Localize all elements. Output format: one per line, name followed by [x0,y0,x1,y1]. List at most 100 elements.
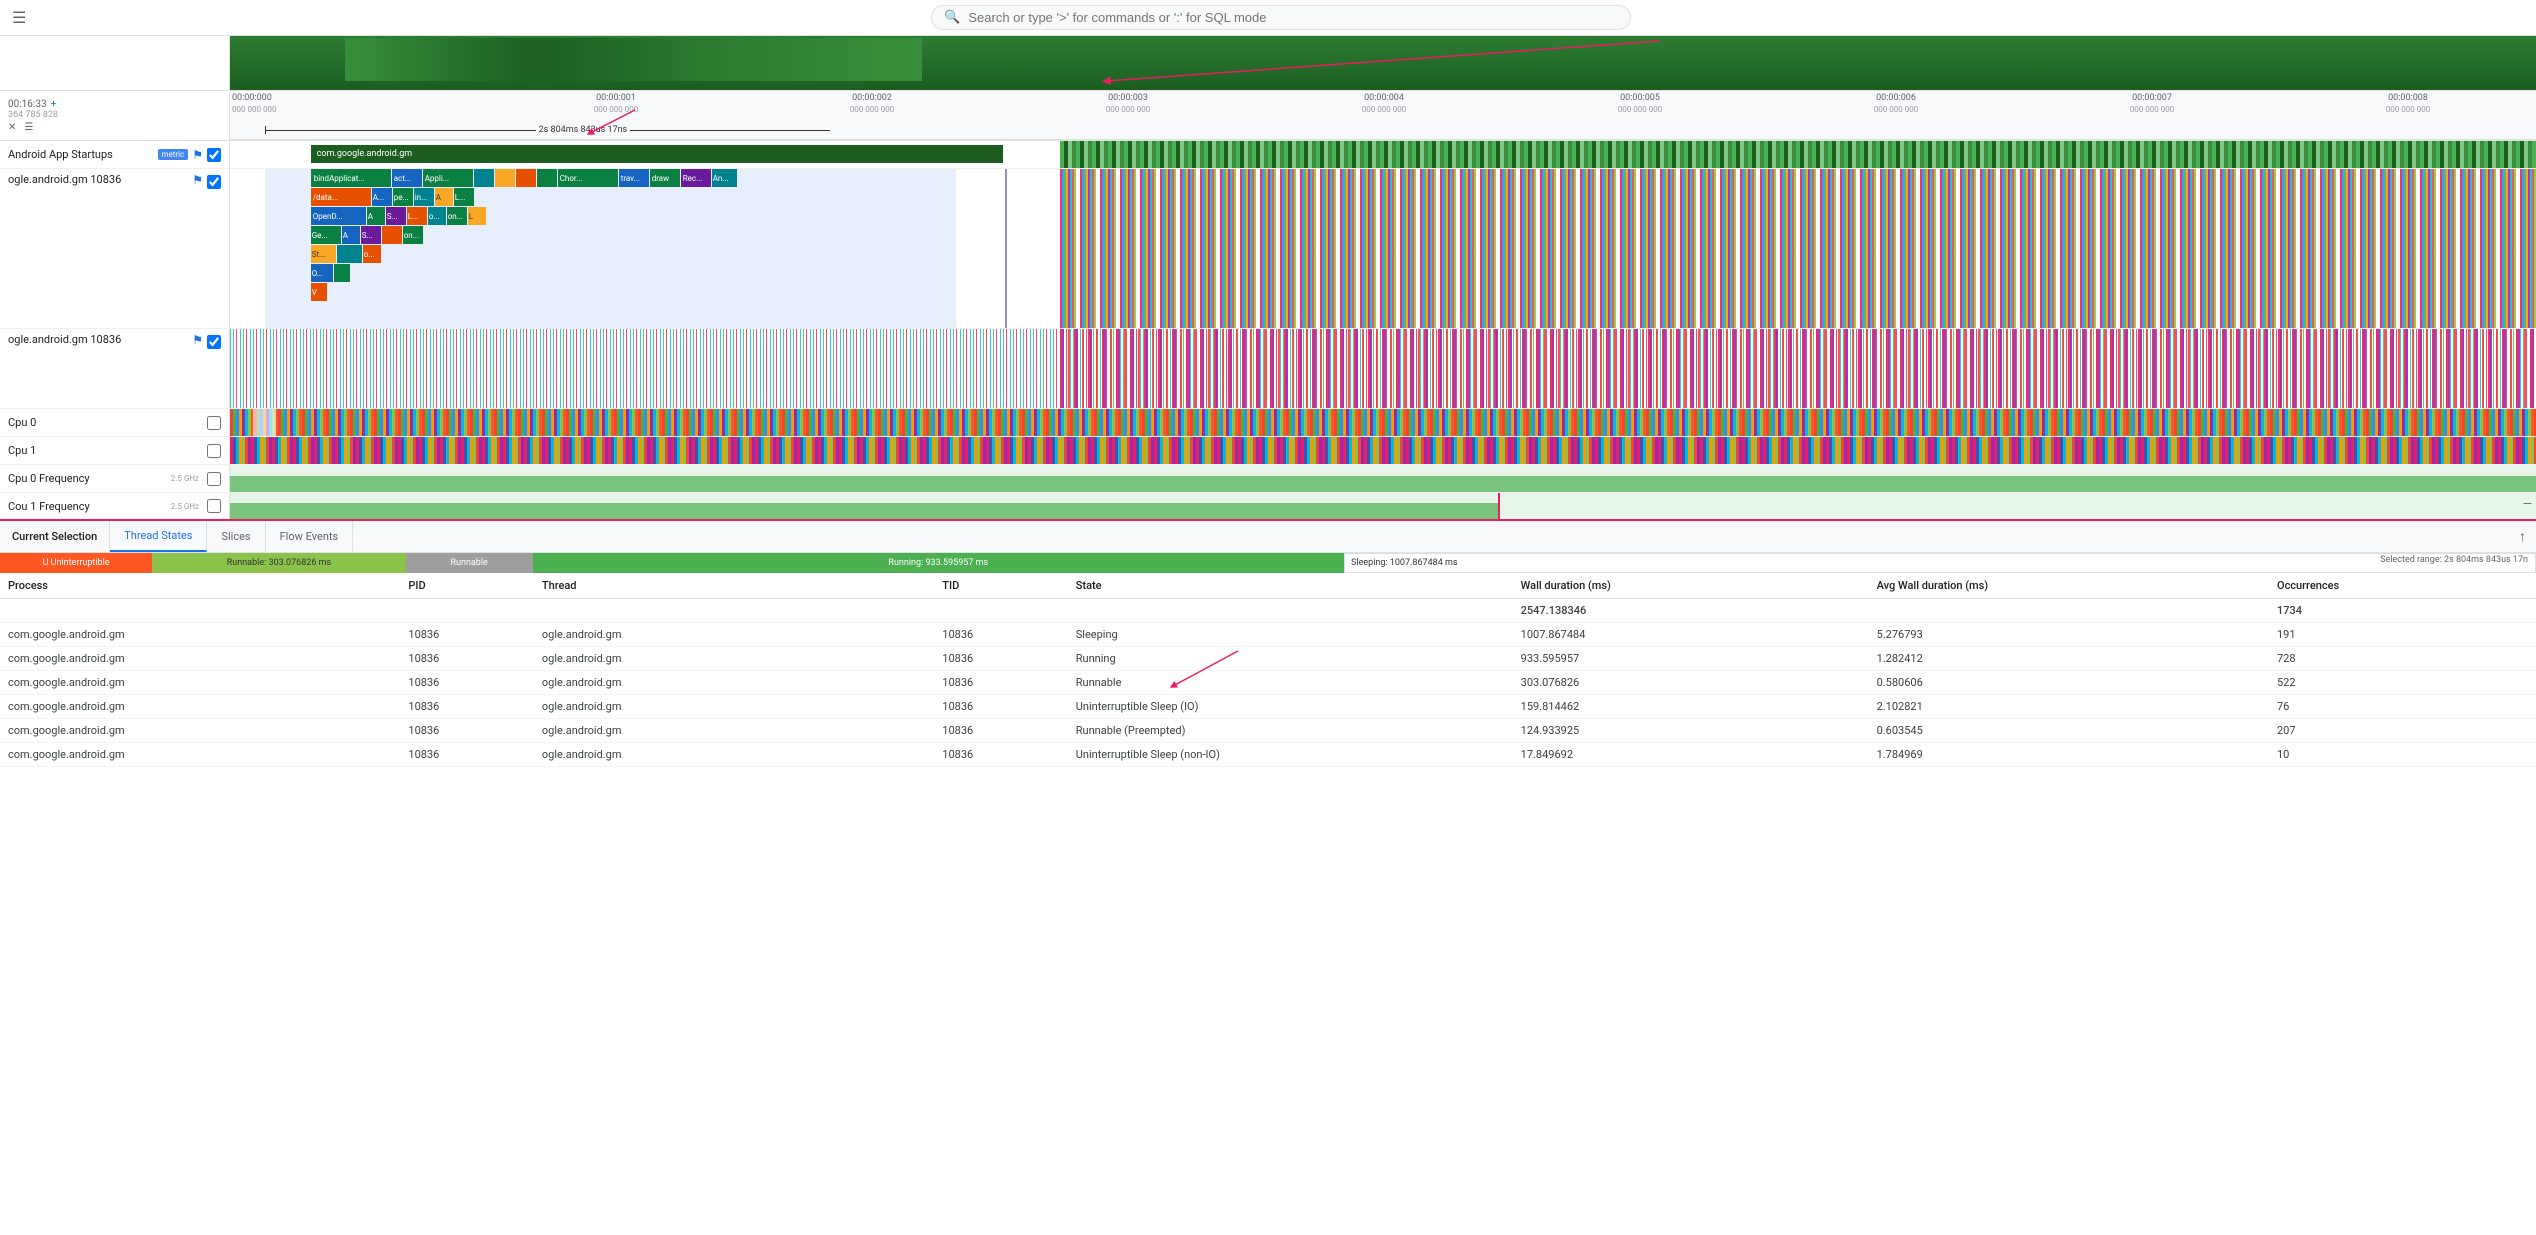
flame-o1[interactable]: o... [428,207,446,225]
checkbox-cpu1-freq[interactable] [207,499,221,513]
table-row[interactable]: com.google.android.gm 10836 ogle.android… [0,695,2536,719]
table-row[interactable]: com.google.android.gm 10836 ogle.android… [0,743,2536,767]
track-label-cell-cpu1-freq: Cou 1 Frequency 2.5 GHz [0,493,230,519]
track-viz-cpu1-freq[interactable]: — [230,493,2536,519]
cell-thread: ogle.android.gm [534,647,934,671]
tab-up-button[interactable]: ↑ [2509,521,2536,552]
plus-button[interactable]: + [51,99,57,110]
state-runnable2-label: Runnable [450,558,487,568]
pin-icon-0[interactable]: ⚑ [192,148,203,162]
flame-o3[interactable]: O... [311,264,333,282]
flame-draw[interactable]: draw [650,169,680,187]
track-label-android-startups-text: Android App Startups [8,148,154,161]
track-viz-cpu0[interactable] [230,409,2536,436]
state-unint-label: U Uninterruptible [39,558,114,568]
app-header: ☰ 🔍 [0,0,2536,36]
flame-o2[interactable]: o... [363,245,381,263]
cell-thread: ogle.android.gm [534,695,934,719]
checkbox-cpu1[interactable] [207,444,221,458]
cell-wall: 159.814462 [1513,695,1869,719]
app-startup-bar[interactable]: com.google.android.gm [311,145,1003,163]
state-uninterruptible: U Uninterruptible [0,553,152,573]
track-viz-ogle-2[interactable] [230,329,2536,408]
table-row[interactable]: com.google.android.gm 10836 ogle.android… [0,647,2536,671]
checkbox-1[interactable] [207,175,221,189]
thread-states-table: Process PID Thread TID State Wall durati… [0,573,2536,767]
tab-slices[interactable]: Slices [207,521,265,552]
flame-an[interactable]: An... [712,169,737,187]
track-viz-ogle-1[interactable]: bindApplicat... act... Appli... Chor... … [230,169,2536,328]
flame-opend[interactable]: OpenD... [311,207,366,225]
cell-occurrences: 76 [2269,695,2536,719]
pin-icon-1[interactable]: ⚑ [192,173,203,187]
list-button[interactable]: ☰ [24,122,33,133]
flame-data[interactable]: /data... [311,188,371,206]
flame-act[interactable]: act... [392,169,422,187]
collapse-icon[interactable]: — [2523,497,2532,511]
flame-l1[interactable]: L... [454,188,474,206]
track-viz-cpu1[interactable] [230,437,2536,464]
flame-trav[interactable]: trav... [619,169,649,187]
overview-bar[interactable] [230,36,2536,90]
flame-row-1[interactable]: /data... A... pe... in... A L... [311,188,474,206]
cell-thread: ogle.android.gm [534,743,934,767]
flame-pe[interactable]: pe... [393,188,413,206]
checkbox-cpu0-freq[interactable] [207,472,221,486]
flame-st[interactable]: St... [311,245,336,263]
flame-bindApplicat[interactable]: bindApplicat... [311,169,391,187]
hamburger-menu-icon[interactable]: ☰ [12,8,26,27]
track-label-cell-android-startups: Android App Startups metric ⚑ [0,141,230,168]
th-wall: Wall duration (ms) [1513,573,1869,599]
x-button[interactable]: ✕ [8,122,16,133]
table-row[interactable]: com.google.android.gm 10836 ogle.android… [0,671,2536,695]
flame-s2[interactable]: S... [361,226,381,244]
tab-flow-events[interactable]: Flow Events [266,521,354,552]
flame-row-6[interactable]: V [311,283,327,301]
checkbox-0[interactable] [207,148,221,162]
flame-a3[interactable]: A [367,207,385,225]
search-bar: 🔍 [931,5,1631,30]
state-bar-container: U Uninterruptible Runnable: 303.076826 m… [0,553,2536,573]
flame-s1[interactable]: S... [386,207,406,225]
cell-avg-wall: 1.282412 [1869,647,2269,671]
ruler-t5: 00:00:005 [1512,93,1768,103]
table-row[interactable]: com.google.android.gm 10836 ogle.android… [0,623,2536,647]
search-input[interactable] [968,10,1618,25]
data-table-container[interactable]: Process PID Thread TID State Wall durati… [0,573,2536,1235]
checkbox-2[interactable] [207,335,221,349]
cell-state: Sleeping [1068,623,1513,647]
state-runnable2-bar: Runnable [406,553,533,573]
cell-wall: 933.595957 [1513,647,1869,671]
checkbox-cpu0[interactable] [207,416,221,430]
flame-l3[interactable]: L [468,207,486,225]
flame-on1[interactable]: on... [447,207,467,225]
pin-icon-2[interactable]: ⚑ [192,333,203,347]
flame-rec[interactable]: Rec... [681,169,711,187]
track-label-ogle-1-text: ogle.android.gm 10836 [8,173,188,186]
flame-on2[interactable]: on... [403,226,423,244]
state-runnable-bar: Runnable: 303.076826 ms [152,553,406,573]
table-row[interactable]: com.google.android.gm 10836 ogle.android… [0,719,2536,743]
ruler-t3: 00:00:003 [1000,93,1256,103]
flame-v[interactable]: V [311,283,327,301]
track-viz-cpu0-freq[interactable] [230,465,2536,492]
flame-row-5[interactable]: O... [311,264,350,282]
flame-a2[interactable]: A [435,188,453,206]
ruler-bar[interactable]: 00:00:000 00:00:001 00:00:002 00:00:003 … [230,91,2536,140]
flame-in[interactable]: in... [414,188,434,206]
flame-ge[interactable]: Ge... [311,226,341,244]
state-runnable-label: Runnable: 303.076826 ms [223,558,335,568]
flame-row-0[interactable]: bindApplicat... act... Appli... Chor... … [311,169,737,187]
freq1-label: 2.5 GHz [171,502,199,511]
track-viz-android-startups[interactable]: com.google.android.gm [230,141,2536,168]
flame-row-2[interactable]: OpenD... A S... L... o... on... L [311,207,486,225]
flame-row-4[interactable]: St... o... [311,245,381,263]
flame-a1[interactable]: A... [372,188,392,206]
flame-row-3[interactable]: Ge... A S... on... [311,226,423,244]
tab-thread-states[interactable]: Thread States [110,521,207,552]
flame-chor[interactable]: Chor... [558,169,618,187]
flame-l2[interactable]: L... [407,207,427,225]
state-running-label: Running: 933.595957 ms [888,558,988,568]
flame-a4[interactable]: A [342,226,360,244]
flame-appli[interactable]: Appli... [423,169,473,187]
